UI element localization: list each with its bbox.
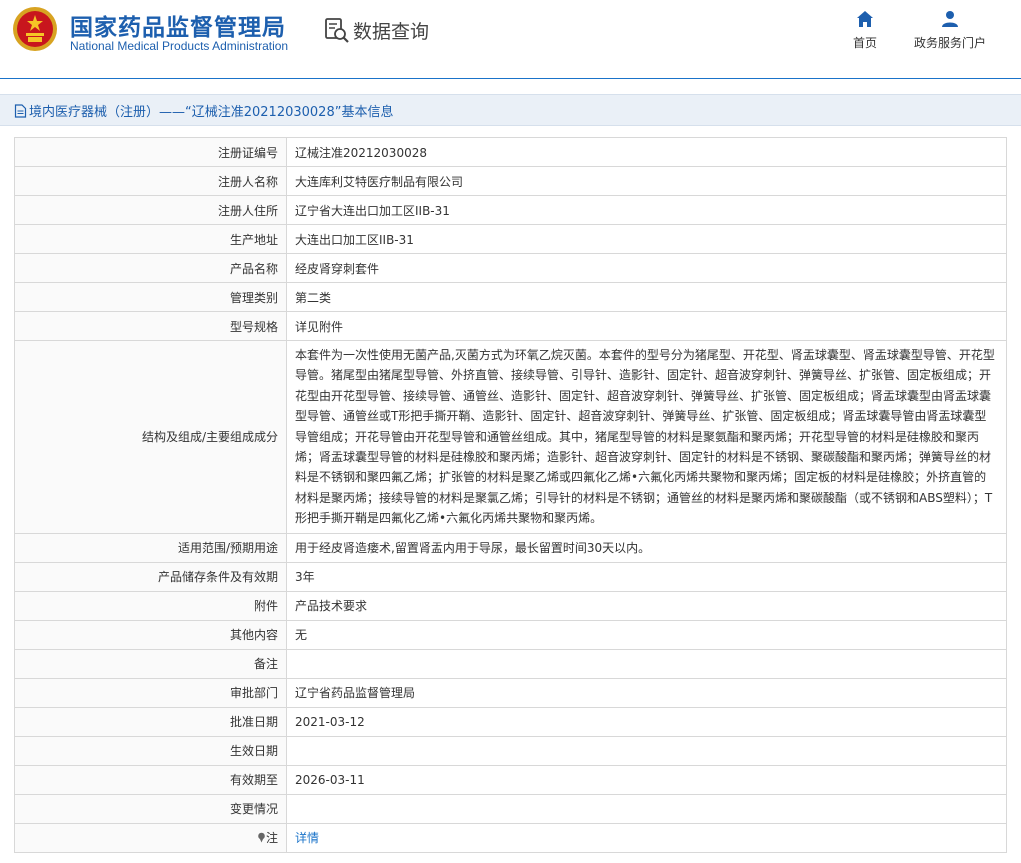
data-query-title: 数据查询 xyxy=(323,16,429,44)
site-header: 国家药品监督管理局 National Medical Products Admi… xyxy=(0,0,1021,79)
breadcrumb-bar: 境内医疗器械（注册）——“辽械注准20212030028”基本信息 xyxy=(0,94,1021,126)
nav-gov-service-portal[interactable]: 政务服务门户 xyxy=(910,10,990,51)
row-value: 详见附件 xyxy=(286,311,1007,341)
row-label: 生产地址 xyxy=(14,224,287,254)
row-label: 管理类别 xyxy=(14,282,287,312)
table-row: 备注 xyxy=(14,648,1007,679)
row-value: 大连库利艾特医疗制品有限公司 xyxy=(286,166,1007,196)
table-row: 产品储存条件及有效期 3年 xyxy=(14,561,1007,592)
row-label: 型号规格 xyxy=(14,311,287,341)
row-value: 辽械注准20212030028 xyxy=(286,137,1007,167)
table-row: 生效日期 xyxy=(14,735,1007,766)
row-label: 产品名称 xyxy=(14,253,287,283)
details-link[interactable]: 详情 xyxy=(295,831,319,845)
row-label: 注册人住所 xyxy=(14,195,287,225)
table-row: 型号规格 详见附件 xyxy=(14,311,1007,341)
row-label: 其他内容 xyxy=(14,619,287,650)
table-row: 附件 产品技术要求 xyxy=(14,590,1007,621)
row-label: 变更情况 xyxy=(14,793,287,824)
row-value: 经皮肾穿刺套件 xyxy=(286,253,1007,283)
nav-gov-label: 政务服务门户 xyxy=(913,36,986,50)
table-row: 注册人住所 辽宁省大连出口加工区IIB-31 xyxy=(14,195,1007,225)
table-row: 审批部门 辽宁省药品监督管理局 xyxy=(14,677,1007,708)
table-row: 其他内容 无 xyxy=(14,619,1007,650)
row-value: 大连出口加工区IIB-31 xyxy=(286,224,1007,254)
national-emblem-icon xyxy=(13,7,57,51)
nav-home[interactable]: 首页 xyxy=(847,10,883,51)
table-row: 生产地址 大连出口加工区IIB-31 xyxy=(14,224,1007,254)
row-value: 3年 xyxy=(286,561,1007,592)
table-row: 结构及组成/主要组成成分 本套件为一次性使用无菌产品,灭菌方式为环氧乙烷灭菌。本… xyxy=(14,340,1007,534)
user-icon xyxy=(942,11,958,27)
row-value-note: 详情 xyxy=(286,822,1007,853)
table-row: 有效期至 2026-03-11 xyxy=(14,764,1007,795)
breadcrumb: 境内医疗器械（注册）——“辽械注准20212030028”基本信息 xyxy=(14,101,393,120)
row-value-structure: 本套件为一次性使用无菌产品,灭菌方式为环氧乙烷灭菌。本套件的型号分为猪尾型、开花… xyxy=(286,340,1007,534)
note-label: 注 xyxy=(265,831,278,846)
row-value: 用于经皮肾造瘘术,留置肾盂内用于导尿，最长留置时间30天以内。 xyxy=(286,532,1007,563)
table-row: 产品名称 经皮肾穿刺套件 xyxy=(14,253,1007,283)
table-row: 适用范围/预期用途 用于经皮肾造瘘术,留置肾盂内用于导尿，最长留置时间30天以内… xyxy=(14,532,1007,563)
row-label: 适用范围/预期用途 xyxy=(14,532,287,563)
row-value xyxy=(286,793,1007,824)
row-label: 注册人名称 xyxy=(14,166,287,196)
table-row-note: 注 详情 xyxy=(14,822,1007,853)
row-value: 辽宁省药品监督管理局 xyxy=(286,677,1007,708)
brand-title-en[interactable]: National Medical Products Administration xyxy=(70,39,288,53)
row-label: 有效期至 xyxy=(14,764,287,795)
row-value xyxy=(286,648,1007,679)
row-label-note: 注 xyxy=(14,822,287,853)
row-label: 注册证编号 xyxy=(14,137,287,167)
brand-title-cn[interactable]: 国家药品监督管理局 xyxy=(70,8,286,42)
document-search-icon xyxy=(325,18,349,43)
table-row: 批准日期 2021-03-12 xyxy=(14,706,1007,737)
nav-home-label: 首页 xyxy=(852,36,877,50)
document-icon xyxy=(14,103,27,118)
row-label: 结构及组成/主要组成成分 xyxy=(14,340,287,534)
pin-icon xyxy=(258,832,265,843)
table-row: 变更情况 xyxy=(14,793,1007,824)
row-label: 附件 xyxy=(14,590,287,621)
row-value: 无 xyxy=(286,619,1007,650)
row-value: 2021-03-12 xyxy=(286,706,1007,737)
row-value xyxy=(286,735,1007,766)
device-info-table: 注册证编号 辽械注准20212030028 注册人名称 大连库利艾特医疗制品有限… xyxy=(14,137,1007,853)
table-row: 管理类别 第二类 xyxy=(14,282,1007,312)
table-row: 注册证编号 辽械注准20212030028 xyxy=(14,137,1007,167)
row-value: 2026-03-11 xyxy=(286,764,1007,795)
home-icon xyxy=(857,11,873,27)
row-label: 批准日期 xyxy=(14,706,287,737)
row-label: 产品储存条件及有效期 xyxy=(14,561,287,592)
breadcrumb-text: 境内医疗器械（注册）——“辽械注准20212030028”基本信息 xyxy=(29,105,394,120)
row-label: 审批部门 xyxy=(14,677,287,708)
row-label: 备注 xyxy=(14,648,287,679)
row-label: 生效日期 xyxy=(14,735,287,766)
row-value: 辽宁省大连出口加工区IIB-31 xyxy=(286,195,1007,225)
data-query-label: 数据查询 xyxy=(353,20,430,43)
table-row: 注册人名称 大连库利艾特医疗制品有限公司 xyxy=(14,166,1007,196)
row-value: 第二类 xyxy=(286,282,1007,312)
row-value: 产品技术要求 xyxy=(286,590,1007,621)
